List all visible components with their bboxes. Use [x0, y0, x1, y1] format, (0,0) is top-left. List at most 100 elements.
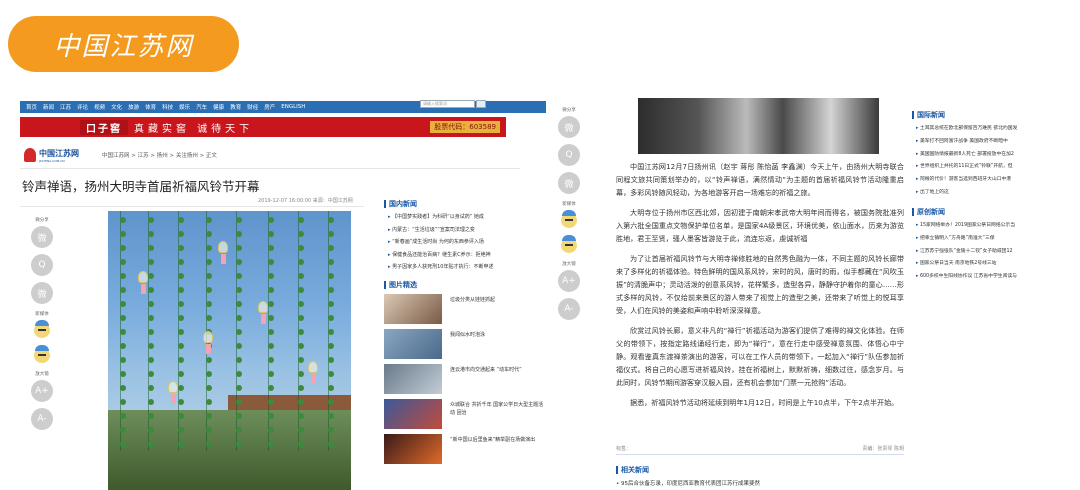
- font-size-label: 放大镜: [35, 372, 49, 377]
- news-list-item[interactable]: 美军打不回阿富汗战争 美国政府不断暗中: [916, 137, 1062, 144]
- article-meta: 2019-12-07 16:00:00 来源：中国江苏网: [258, 198, 353, 204]
- mascot-icon[interactable]: [32, 320, 52, 340]
- article-photo: [108, 211, 351, 490]
- related-news-heading: 相关新闻: [616, 465, 649, 475]
- logo-name: 中国江苏网: [39, 148, 79, 158]
- article-photo: [638, 98, 879, 154]
- picture-caption[interactable]: 连云港市向交通起来 “动车时代”: [450, 364, 522, 394]
- paragraph: 中国江苏网12月7日扬州讯（赵宇 蒋彤 陈怡菡 李鑫渊）今天上午，由扬州大明寺联…: [616, 162, 904, 197]
- right-screenshot: 微分享 微 Q 微 新媒体 放大镜 A+ A- 中国江苏网12月7日扬州讯（赵宇…: [552, 98, 1070, 490]
- mascot-icon[interactable]: [559, 210, 579, 230]
- picture-item[interactable]: 众城联合 共折千年 国家公学日大型主题活动 固治: [384, 399, 546, 429]
- picture-caption[interactable]: 垃圾分类从娃娃抓起: [450, 294, 495, 324]
- font-decrease-button[interactable]: A-: [558, 298, 580, 320]
- logo-domain: JSCHINA.COM.CN: [39, 158, 65, 163]
- news-list-item[interactable]: 男子因家多人获死刑10年贴才执行：不断申述: [388, 263, 546, 270]
- share-panel: 微分享 微 Q 微 新媒体 放大镜 A+ A-: [554, 106, 584, 326]
- paragraph: 为了让首届祈福风铃节与大明寺禅修胜地的自然秀色融为一体，不同主题的风铃长廊带来了…: [616, 254, 904, 315]
- news-list-item[interactable]: “新春画”成生活时尚 为何的东西参评入场: [388, 238, 546, 245]
- paragraph: 大明寺位于扬州市区西北郊，因初建于南朝宋孝武帝大明年间而得名，被国务院批准列入第…: [616, 208, 904, 243]
- original-news-heading[interactable]: 原创新闻: [912, 207, 1062, 217]
- article-title: 铃声禅语，扬州大明寺首届祈福风铃节开幕: [22, 179, 260, 194]
- picture-thumbnail[interactable]: [384, 364, 442, 394]
- banner-brand: 口子窖: [80, 119, 128, 135]
- news-list-item[interactable]: 【中国梦实践者】为科研“以身试药” 她成: [388, 213, 546, 220]
- nav-item[interactable]: 汽车: [196, 103, 207, 111]
- nav-item[interactable]: 科技: [162, 103, 173, 111]
- news-list-item[interactable]: 阿根的代价！游客当选到西班牙大山口中港: [916, 175, 1062, 182]
- picture-caption[interactable]: 我闻似水时泡泳: [450, 329, 485, 359]
- news-list-item[interactable]: 保健食品还能治百病？继生素C养示：拒绝神: [388, 251, 546, 258]
- picture-item[interactable]: 垃圾分类从娃娃抓起: [384, 294, 546, 324]
- divider: [20, 206, 364, 207]
- weibo-share-icon[interactable]: 微: [558, 172, 580, 194]
- news-list-item[interactable]: 把幸立镇明入“方舟路”南淮大“三保: [916, 234, 1062, 241]
- news-list-item[interactable]: 国家公祭日当天 南京地铁2号线三站: [916, 259, 1062, 266]
- picture-item[interactable]: “新中国以后里鱼来”精举副在场做演出: [384, 434, 546, 464]
- right-rail: 国内新闻 【中国梦实践者】为科研“以身试药” 她成内蒙古：“生活垃圾”“宣案司法…: [384, 199, 546, 469]
- right-rail: 国际新闻 土耳其总统在欧北部保留百万难民 欲北约国发美军打不回阿富汗战争 美国政…: [912, 110, 1062, 285]
- news-list-item[interactable]: 美国国防情报最新8人死亡 部署投放中在加2: [916, 150, 1062, 157]
- banner-stock: 股票代码：603589: [430, 121, 500, 133]
- picture-thumbnail[interactable]: [384, 329, 442, 359]
- picture-caption[interactable]: “新中国以后里鱼来”精举副在场做演出: [450, 434, 535, 464]
- font-increase-button[interactable]: A+: [558, 270, 580, 292]
- nav-item[interactable]: 教育: [230, 103, 241, 111]
- site-logo[interactable]: 中国江苏网 JSCHINA.COM.CN: [24, 144, 79, 166]
- article-body: 中国江苏网12月7日扬州讯（赵宇 蒋彤 陈怡菡 李鑫渊）今天上午，由扬州大明寺联…: [616, 160, 904, 416]
- share-panel: 微分享 微 Q 微 新媒体 放大镜 A+ A-: [28, 216, 56, 436]
- divider: [20, 168, 520, 169]
- nav-item[interactable]: 首页: [26, 103, 37, 111]
- picture-caption[interactable]: 众城联合 共折千年 国家公学日大型主题活动 固治: [450, 399, 546, 429]
- font-increase-button[interactable]: A+: [31, 380, 53, 402]
- qq-share-icon[interactable]: Q: [558, 144, 580, 166]
- search-icon[interactable]: [476, 100, 486, 108]
- mascot-icon[interactable]: [559, 235, 579, 255]
- news-list-item[interactable]: 15家网络举办！2019国家公祭日网络公示当: [916, 221, 1062, 228]
- editor-label: 责编：张贵琴 陈玥: [862, 446, 904, 452]
- nav-item[interactable]: 新闻: [43, 103, 54, 111]
- banner-slogan: 真藏实窖 诚待天下: [134, 123, 254, 135]
- share-label: 微分享: [562, 108, 576, 113]
- nav-item[interactable]: 旅游: [128, 103, 139, 111]
- picture-item[interactable]: 连云港市向交通起来 “动车时代”: [384, 364, 546, 394]
- mascot-icon[interactable]: [32, 345, 52, 365]
- intl-news-heading[interactable]: 国际新闻: [912, 110, 1062, 120]
- nav-item[interactable]: 视频: [94, 103, 105, 111]
- breadcrumb[interactable]: 中国江苏网 > 江苏 > 扬州 > 关注扬州 > 正文: [102, 151, 217, 159]
- ad-banner[interactable]: 口子窖 真藏实窖 诚待天下 股票代码：603589: [20, 117, 506, 137]
- nav-item[interactable]: 文化: [111, 103, 122, 111]
- qq-share-icon[interactable]: Q: [31, 254, 53, 276]
- paragraph: 据悉，祈福风铃节活动将延续到明年1月12日，时间是上午10点半，下午2点半开始。: [630, 398, 899, 407]
- news-list-item[interactable]: 内蒙古：“生活垃圾”“宣案司法理之变: [388, 226, 546, 233]
- weibo-share-icon[interactable]: 微: [31, 282, 53, 304]
- picture-thumbnail[interactable]: [384, 294, 442, 324]
- news-list-item[interactable]: 江苏苏宁强强队“金陵十二钗”女子助威团12: [916, 247, 1062, 254]
- news-list-item[interactable]: 世界组织上并托的11日正式“铃联”开航，但: [916, 162, 1062, 169]
- picture-thumbnail[interactable]: [384, 399, 442, 429]
- nav-item[interactable]: ENGLISH: [281, 104, 305, 110]
- nav-item[interactable]: 体育: [145, 103, 156, 111]
- related-news-item[interactable]: • 95后合伙备忘录，印度尼西亚教育代表团江苏行成果斐然: [616, 479, 760, 487]
- wechat-share-icon[interactable]: 微: [31, 226, 53, 248]
- nav-item[interactable]: 房产: [264, 103, 275, 111]
- nav-item[interactable]: 江苏: [60, 103, 71, 111]
- news-list-item[interactable]: 出了地上的这: [916, 188, 1062, 195]
- nav-item[interactable]: 健康: [213, 103, 224, 111]
- picture-item[interactable]: 我闻似水时泡泳: [384, 329, 546, 359]
- wechat-share-icon[interactable]: 微: [558, 116, 580, 138]
- nav-item[interactable]: 财经: [247, 103, 258, 111]
- nav-item[interactable]: 评论: [77, 103, 88, 111]
- picture-thumbnail[interactable]: [384, 434, 442, 464]
- news-list-item[interactable]: 600多校中生阳线协作议 江苏省中学生阅读与: [916, 272, 1062, 279]
- font-size-label: 放大镜: [562, 262, 576, 267]
- nav-item[interactable]: 娱乐: [179, 103, 190, 111]
- font-decrease-button[interactable]: A-: [31, 408, 53, 430]
- domestic-news-heading[interactable]: 国内新闻: [384, 199, 546, 209]
- picture-heading[interactable]: 图片精选: [384, 280, 546, 290]
- paragraph: 欣赏过风铃长廊，意义非凡的“禅行”祈福活动为游客们提供了难得的禅文化体验。在师父…: [616, 326, 904, 387]
- news-list-item[interactable]: 土耳其总统在欧北部保留百万难民 欲北约国发: [916, 124, 1062, 131]
- new-media-label: 新媒体: [35, 312, 49, 317]
- tags-label: 标签：: [616, 446, 632, 452]
- search-input[interactable]: 请输入搜索词: [420, 100, 475, 108]
